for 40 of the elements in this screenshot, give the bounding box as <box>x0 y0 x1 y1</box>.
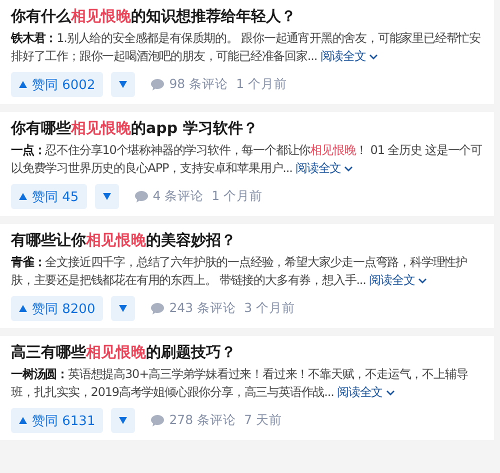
question-title[interactable]: 你有哪些相见恨晚的app 学习软件？ <box>11 118 482 138</box>
triangle-down-icon <box>102 193 111 200</box>
downvote-button[interactable] <box>111 408 136 433</box>
chevron-down-icon <box>344 166 354 172</box>
answer-excerpt: 铁木君：1.别人给的安全感都是有保质期的。 跟你一起通宵开黑的舍友，可能家里已经帮忙安排好了工作；跟你一起喝酒泡吧的朋友，可能已经准备回家... 阅读全文 <box>11 30 482 65</box>
downvote-button[interactable] <box>94 184 119 209</box>
triangle-up-icon <box>19 417 27 424</box>
downvote-button[interactable] <box>111 72 136 97</box>
answer-time: 3 个月前 <box>244 300 295 317</box>
triangle-down-icon <box>119 305 128 312</box>
upvote-button[interactable]: 赞同 45 <box>11 184 87 209</box>
question-title[interactable]: 有哪些让你相见恨晚的美容妙招？ <box>11 230 482 250</box>
answer-time: 1 个月前 <box>212 188 263 205</box>
comment-icon <box>151 302 164 314</box>
upvote-button[interactable]: 赞同 6131 <box>11 408 104 433</box>
answer-excerpt: 一树汤圆：英语想提高30+高三学弟学妹看过来！看过来！不靠天赋，不走运气，不上辅导班，扎扎实实，2019高考学姐倾心跟你分享，高三与英语作战... 阅读全文 <box>11 366 469 401</box>
chevron-down-icon <box>386 390 395 396</box>
answer-excerpt: 一点：忍不住分享10个堪称神器的学习软件，每一个都让你相见恨晚！ 01 全历史 这是一个可以免费学习世界历史的良心APP，支持安卓和苹果用户... 阅读全文 <box>11 142 482 177</box>
triangle-up-icon <box>19 305 27 312</box>
chevron-down-icon <box>368 54 378 60</box>
read-more-link[interactable]: 阅读全文 <box>296 161 354 175</box>
triangle-up-icon <box>19 193 27 200</box>
triangle-up-icon <box>19 81 27 88</box>
read-more-link[interactable]: 阅读全文 <box>320 49 378 63</box>
triangle-down-icon <box>119 417 128 424</box>
comment-icon <box>151 414 164 426</box>
upvote-button[interactable]: 赞同 8200 <box>11 296 104 321</box>
answer-time: 1 个月前 <box>236 76 288 93</box>
answer-excerpt: 青雀：全文接近四千字，总结了六年护肤的一点经验，希望大家少走一点弯路，科学理性护肤，主要还是把钱都花在有用的东西上。 带链接的大多有券，想入手... 阅读全文 <box>11 254 468 289</box>
read-more-link[interactable]: 阅读全文 <box>337 385 395 399</box>
comment-icon <box>151 78 164 90</box>
read-more-link[interactable]: 阅读全文 <box>369 273 427 287</box>
question-title[interactable]: 你有什么相见恨晚的知识想推荐给年轻人？ <box>11 6 482 26</box>
comment-icon <box>134 190 148 202</box>
downvote-button[interactable] <box>111 296 136 321</box>
question-title[interactable]: 高三有哪些相见恨晚的刷题技巧？ <box>11 342 482 362</box>
chevron-down-icon <box>418 278 427 284</box>
upvote-button[interactable]: 赞同 6002 <box>11 72 104 97</box>
answer-time: 7 天前 <box>244 412 282 429</box>
triangle-down-icon <box>119 81 128 88</box>
